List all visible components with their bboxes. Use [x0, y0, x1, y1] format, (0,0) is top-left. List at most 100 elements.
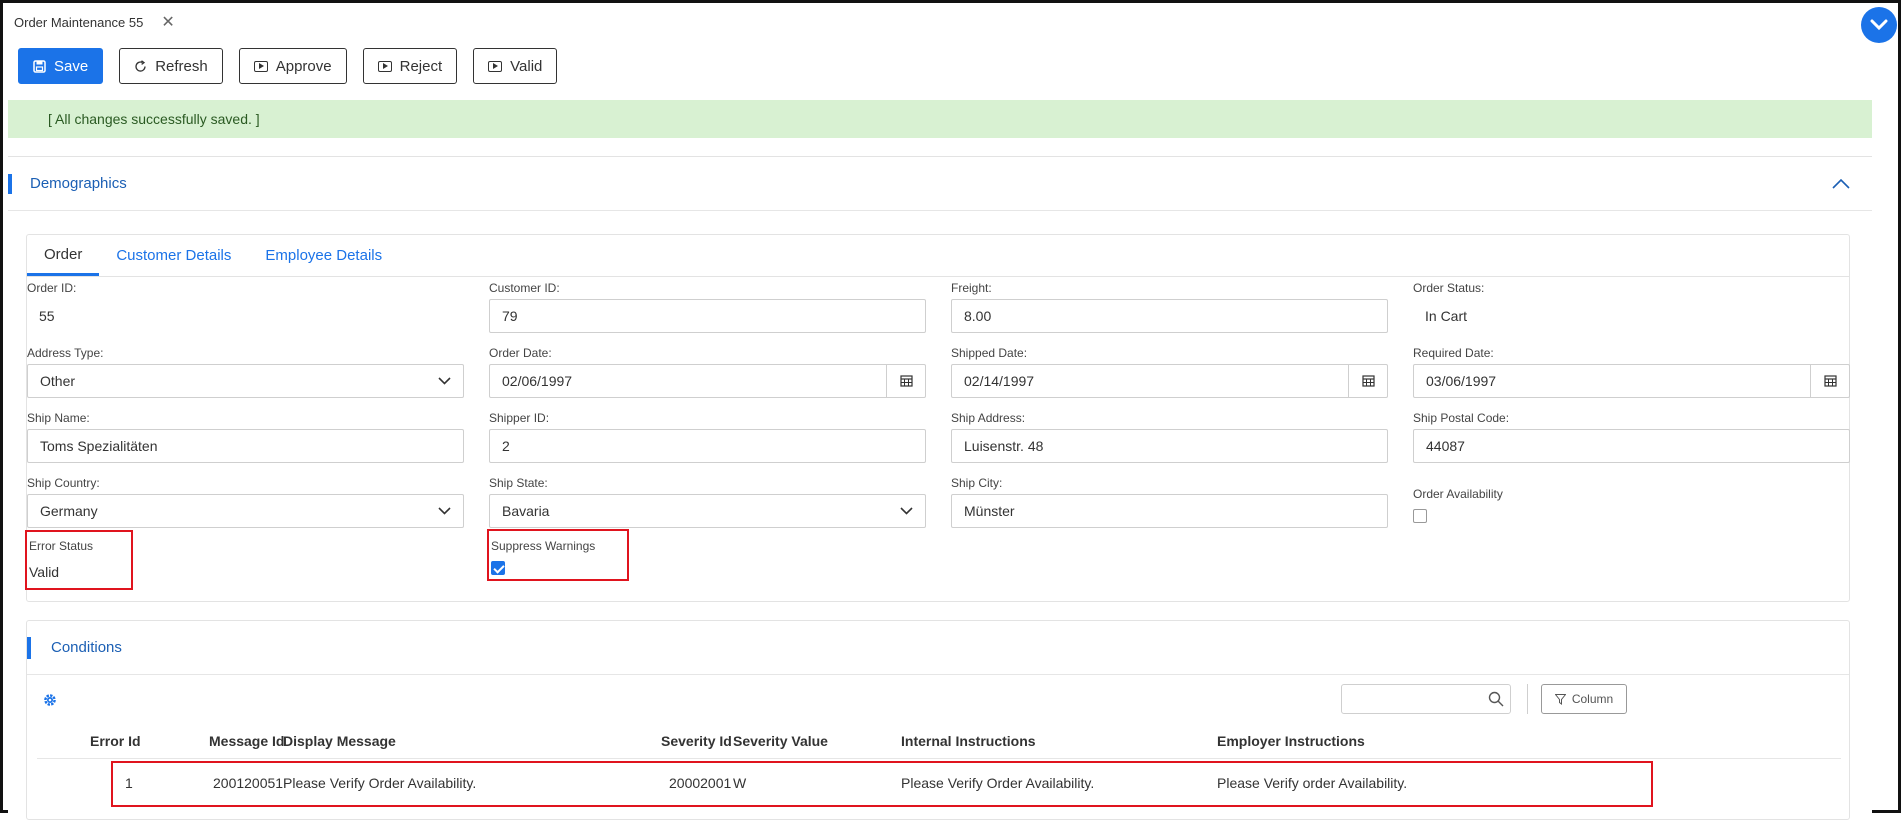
table-header: Error Id Message Id Display Message Seve… — [37, 723, 1841, 759]
shipped-date-field: Shipped Date: 02/14/1997 — [951, 346, 1388, 398]
order-availability-checkbox[interactable] — [1413, 509, 1427, 523]
freight-label: Freight: — [951, 281, 992, 295]
freight-field: Freight: 8.00 — [951, 281, 1388, 333]
required-date-field: Required Date: 03/06/1997 — [1413, 346, 1850, 398]
freight-value: 8.00 — [964, 308, 992, 324]
shipper-id-input[interactable]: 2 — [489, 429, 926, 463]
conditions-panel: Conditions Column Error Id Message Id Di… — [26, 620, 1850, 820]
column-button[interactable]: Column — [1541, 684, 1627, 714]
highlight-box — [25, 530, 133, 590]
reject-label: Reject — [399, 57, 443, 75]
tab-customer-details[interactable]: Customer Details — [99, 247, 248, 276]
ship-name-field: Ship Name: Toms Spezialitäten — [27, 411, 464, 463]
address-type-select[interactable]: Other — [27, 364, 464, 398]
column-header[interactable]: Error Id — [90, 723, 141, 758]
ship-address-input[interactable]: Luisenstr. 48 — [951, 429, 1388, 463]
order-availability-field: Order Availability — [1413, 487, 1850, 523]
column-header[interactable]: Internal Instructions — [901, 723, 1036, 758]
tab-order[interactable]: Order — [27, 246, 100, 276]
column-header[interactable]: Severity Id — [661, 723, 732, 758]
column-button-label: Column — [1571, 692, 1614, 706]
customer-id-input[interactable]: 79 — [489, 299, 926, 333]
close-icon[interactable]: ✕ — [161, 12, 174, 32]
play-icon — [488, 60, 503, 72]
order-id-value: 55 — [39, 308, 55, 324]
filter-icon — [1554, 693, 1566, 705]
search-input[interactable] — [1341, 684, 1511, 714]
toolbar: Save Refresh Approve Reject Valid — [18, 48, 558, 84]
document-tab-title: Order Maintenance 55 — [14, 14, 144, 30]
save-icon — [33, 59, 46, 73]
save-button[interactable]: Save — [18, 48, 104, 84]
valid-button[interactable]: Valid — [473, 48, 558, 84]
chevron-down-icon — [900, 507, 913, 515]
highlight-box — [111, 761, 1653, 807]
customer-id-label: Customer ID: — [489, 281, 560, 295]
document-tab[interactable]: Order Maintenance 55 ✕ — [14, 12, 175, 32]
required-date-input[interactable]: 03/06/1997 — [1413, 364, 1850, 398]
ship-country-label: Ship Country: — [27, 476, 100, 490]
required-date-value: 03/06/1997 — [1426, 373, 1497, 389]
success-message: [ All changes successfully saved. ] — [48, 111, 260, 127]
order-date-label: Order Date: — [489, 346, 552, 360]
order-date-value: 02/06/1997 — [502, 373, 573, 389]
divider — [1810, 365, 1811, 397]
valid-label: Valid — [510, 57, 543, 75]
conditions-title: Conditions — [51, 639, 122, 656]
order-availability-label: Order Availability — [1413, 487, 1503, 501]
ship-city-field: Ship City: Münster — [951, 476, 1388, 528]
required-date-label: Required Date: — [1413, 346, 1494, 360]
ship-city-input[interactable]: Münster — [951, 494, 1388, 528]
conditions-header: Conditions — [27, 621, 1849, 675]
section-title: Demographics — [30, 175, 127, 192]
gear-icon[interactable] — [43, 693, 57, 707]
shipper-id-label: Shipper ID: — [489, 411, 550, 425]
address-type-value: Other — [40, 373, 76, 389]
order-status-label: Order Status: — [1413, 281, 1485, 295]
ship-name-input[interactable]: Toms Spezialitäten — [27, 429, 464, 463]
ship-country-select[interactable]: Germany — [27, 494, 464, 528]
ship-address-value: Luisenstr. 48 — [964, 438, 1044, 454]
ship-city-value: Münster — [964, 503, 1015, 519]
order-status-field: Order Status: In Cart — [1413, 281, 1850, 333]
ship-name-value: Toms Spezialitäten — [40, 438, 158, 454]
highlight-box — [487, 529, 629, 581]
calendar-icon[interactable] — [900, 374, 913, 387]
shipped-date-label: Shipped Date: — [951, 346, 1028, 360]
demographics-header[interactable]: Demographics — [8, 157, 1872, 211]
order-date-input[interactable]: 02/06/1997 — [489, 364, 926, 398]
ship-state-select[interactable]: Bavaria — [489, 494, 926, 528]
approve-button[interactable]: Approve — [238, 48, 347, 84]
ship-postal-code-value: 44087 — [1426, 438, 1465, 454]
address-type-field: Address Type: Other — [27, 346, 464, 398]
freight-input[interactable]: 8.00 — [951, 299, 1388, 333]
calendar-icon[interactable] — [1824, 374, 1837, 387]
ship-state-label: Ship State: — [489, 476, 548, 490]
success-alert: [ All changes successfully saved. ] — [8, 100, 1872, 138]
chevron-down-icon — [438, 507, 451, 515]
divider — [1348, 365, 1349, 397]
column-header[interactable]: Severity Value — [733, 723, 828, 758]
shipper-id-value: 2 — [502, 438, 510, 454]
refresh-button[interactable]: Refresh — [119, 48, 223, 84]
ship-address-field: Ship Address: Luisenstr. 48 — [951, 411, 1388, 463]
tab-bar: Order Customer Details Employee Details — [27, 235, 1849, 277]
column-header[interactable]: Employer Instructions — [1217, 723, 1365, 758]
ship-name-label: Ship Name: — [27, 411, 90, 425]
reject-button[interactable]: Reject — [362, 48, 458, 84]
ship-postal-code-input[interactable]: 44087 — [1413, 429, 1850, 463]
demographics-panel: Demographics Order Customer Details Empl… — [8, 156, 1872, 820]
search-icon[interactable] — [1488, 691, 1504, 707]
column-header[interactable]: Message Id — [209, 723, 284, 758]
order-id-field: Order ID: 55 — [27, 281, 464, 333]
chevron-up-icon[interactable] — [1832, 178, 1850, 189]
divider — [1527, 684, 1528, 714]
calendar-icon[interactable] — [1362, 374, 1375, 387]
play-icon — [377, 60, 392, 72]
shipper-id-field: Shipper ID: 2 — [489, 411, 926, 463]
column-header[interactable]: Display Message — [283, 723, 396, 758]
chevron-down-icon[interactable] — [1861, 7, 1897, 43]
save-label: Save — [54, 57, 89, 75]
tab-employee-details[interactable]: Employee Details — [248, 247, 399, 276]
shipped-date-input[interactable]: 02/14/1997 — [951, 364, 1388, 398]
